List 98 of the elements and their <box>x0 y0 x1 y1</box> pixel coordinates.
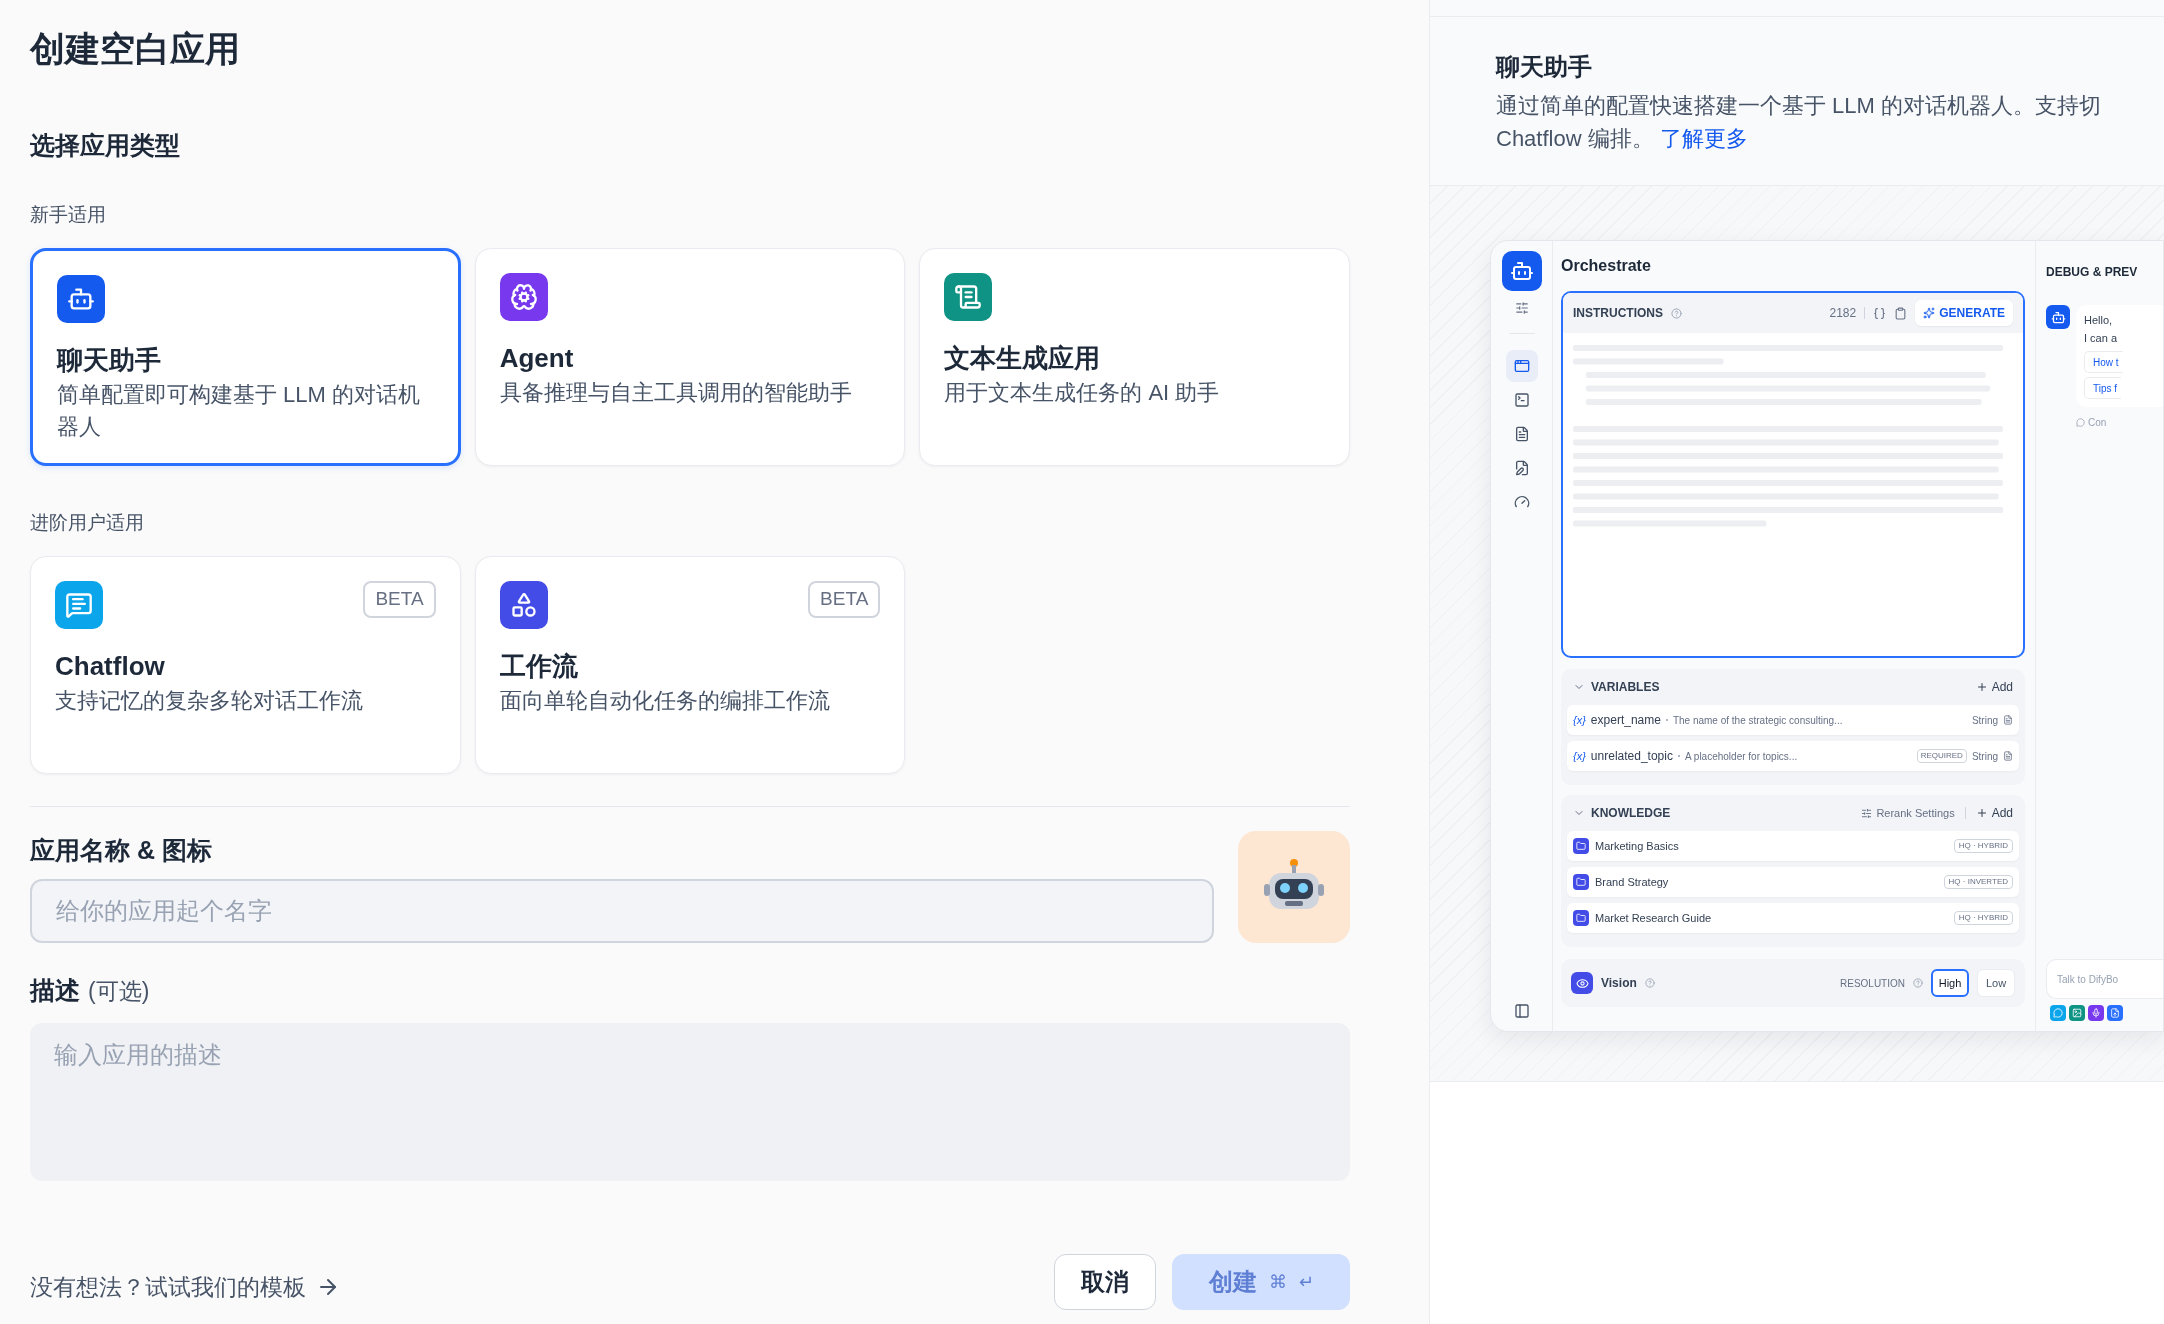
variable-type: String <box>1971 713 1998 728</box>
beta-badge: BETA <box>808 581 881 618</box>
template-link[interactable]: 没有想法？试试我们的模板 <box>30 1269 340 1304</box>
field-label: 描述 <box>30 975 80 1006</box>
group-label: 新手适用 <box>30 203 106 227</box>
section-heading: 选择应用类型 <box>30 130 180 161</box>
variable-row[interactable]: {x} unrelated_topic A placeholder for topics... REQUIRED String <box>1567 741 2019 771</box>
app-type-title: 工作流 <box>499 650 579 683</box>
app-type-title: Chatflow <box>55 650 166 683</box>
index-tag: HQ · INVERTED <box>1943 875 2013 889</box>
variable-symbol: {x} <box>1573 748 1586 764</box>
variable-name: expert_name <box>1590 712 1661 729</box>
knowledge-label: KNOWLEDGE <box>1591 805 1671 822</box>
variable-row[interactable]: {x} expert_name The name of the strategic consulting... String <box>1567 705 2019 735</box>
microphone-icon[interactable] <box>2088 1005 2104 1021</box>
knowledge-row[interactable]: Brand Strategy HQ · INVERTED <box>1567 867 2019 897</box>
app-type-card[interactable]: BETA Chatflow 支持记忆的复杂多轮对话工作流 <box>30 556 461 774</box>
instructions-label: INSTRUCTIONS <box>1573 305 1663 322</box>
app-type-description: 用于文本生成任务的 AI 助手 <box>944 379 1221 407</box>
debug-title: DEBUG & PREV <box>2046 264 2138 281</box>
app-type-description: 具备推理与自主工具调用的智能助手 <box>499 379 853 407</box>
add-variable-button[interactable]: Add <box>1975 678 2013 696</box>
brain-icon <box>509 283 538 311</box>
variables-label: VARIABLES <box>1591 679 1660 696</box>
page-title: 创建空白应用 <box>30 28 240 70</box>
text-type-icon <box>2003 715 2013 725</box>
edit-document-icon <box>1513 460 1530 476</box>
app-type-card[interactable]: Agent 具备推理与自主工具调用的智能助手 <box>474 248 906 466</box>
text-type-icon <box>2003 751 2013 761</box>
shapes-icon <box>509 591 538 619</box>
plus-icon <box>1975 681 1988 693</box>
cancel-button[interactable]: 取消 <box>1054 1254 1156 1310</box>
chat-bubble-icon <box>2076 418 2085 427</box>
app-name-field[interactable]: 给你的应用起个名字 <box>30 879 1214 943</box>
conversation-note: Con <box>2088 416 2107 430</box>
vision-label: Vision <box>1601 975 1637 992</box>
shortcut-key: ⌘ <box>1268 1268 1287 1296</box>
variable-description: A placeholder for topics... <box>1684 749 1798 764</box>
suggestion-chip[interactable]: How t <box>2084 351 2123 373</box>
optional-hint: (可选) <box>88 977 150 1006</box>
plus-icon <box>1975 807 1988 819</box>
app-type-card[interactable]: 文本生成应用 用于文本生成任务的 AI 助手 <box>919 248 1350 466</box>
beta-badge: BETA <box>363 581 436 618</box>
window-icon <box>1513 358 1530 374</box>
sliders-icon[interactable] <box>1514 301 1529 315</box>
panel-toggle-icon[interactable] <box>1513 1003 1530 1019</box>
variable-type: String <box>1971 749 1998 764</box>
message-line: I can a <box>2084 331 2118 346</box>
app-type-title: 文本生成应用 <box>944 342 1102 375</box>
app-type-title: 聊天助手 <box>57 344 162 377</box>
app-type-title: Agent <box>499 342 575 375</box>
knowledge-row[interactable]: Market Research Guide HQ · HYBRID <box>1567 903 2019 933</box>
document-icon <box>1513 426 1530 442</box>
description-field[interactable]: 输入应用的描述 <box>30 1022 1350 1181</box>
suggestion-chip[interactable]: Tips f <box>2084 377 2122 399</box>
shortcut-key: ↵ <box>1298 1268 1314 1296</box>
resolution-option[interactable]: High <box>1931 969 1969 997</box>
resolution-label: RESOLUTION <box>1840 976 1905 991</box>
character-count: 2182 <box>1829 305 1857 322</box>
generate-button[interactable]: GENERATE <box>1915 300 2013 326</box>
variable-name: unrelated_topic <box>1590 748 1673 765</box>
variable-description: The name of the strategic consulting... <box>1672 713 1843 728</box>
knowledge-name: Marketing Basics <box>1595 838 1679 854</box>
orchestrate-heading: Orchestrate <box>1561 256 1651 276</box>
image-tool-icon[interactable] <box>2069 1005 2085 1021</box>
field-label: 应用名称 & 图标 <box>30 835 212 866</box>
preview-description: 通过简单的配置快速搭建一个基于 LLM 的对话机器人。支持切 Chatflow 编排。 了解更多 <box>1496 92 2103 153</box>
required-badge: REQUIRED <box>1916 749 1967 763</box>
app-type-description: 简单配置即可构建基于 LLM 的对话机器人 <box>57 381 422 441</box>
sparkles-icon <box>1923 307 1936 319</box>
add-knowledge-button[interactable]: Add <box>1975 804 2013 822</box>
scroll-icon <box>954 283 983 311</box>
nav-item[interactable] <box>1505 350 1538 382</box>
app-type-card[interactable]: 聊天助手 简单配置即可构建基于 LLM 的对话机器人 <box>30 248 461 466</box>
resolution-option[interactable]: Low <box>1977 969 2015 997</box>
gauge-icon <box>1513 494 1530 510</box>
message-icon <box>65 591 93 619</box>
message-line: Hello, <box>2084 313 2113 328</box>
robot-icon <box>1509 259 1534 283</box>
terminal-icon <box>1513 392 1530 408</box>
app-type-description: 面向单轮自动化任务的编排工作流 <box>499 687 831 715</box>
knowledge-row[interactable]: Marketing Basics HQ · HYBRID <box>1567 831 2019 861</box>
knowledge-name: Brand Strategy <box>1595 874 1669 890</box>
index-tag: HQ · HYBRID <box>1953 911 2013 925</box>
preview-title: 聊天助手 <box>1496 52 1592 82</box>
variable-symbol: {x} <box>1573 712 1586 728</box>
rerank-settings-button[interactable]: Rerank Settings <box>1861 804 1955 822</box>
upload-icon[interactable] <box>2107 1005 2123 1021</box>
variable-braces-icon[interactable] <box>1873 306 1887 320</box>
clipboard-icon[interactable] <box>1894 306 1908 320</box>
app-icon-picker[interactable] <box>1238 831 1350 943</box>
index-tag: HQ · HYBRID <box>1953 839 2013 853</box>
learn-more-link[interactable]: 了解更多 <box>1659 126 1748 151</box>
app-type-description: 支持记忆的复杂多轮对话工作流 <box>55 687 364 715</box>
app-type-card[interactable]: BETA 工作流 面向单轮自动化任务的编排工作流 <box>474 556 906 774</box>
sliders-icon <box>1861 807 1873 819</box>
knowledge-name: Market Research Guide <box>1595 910 1712 926</box>
group-label: 进阶用户适用 <box>30 511 144 535</box>
